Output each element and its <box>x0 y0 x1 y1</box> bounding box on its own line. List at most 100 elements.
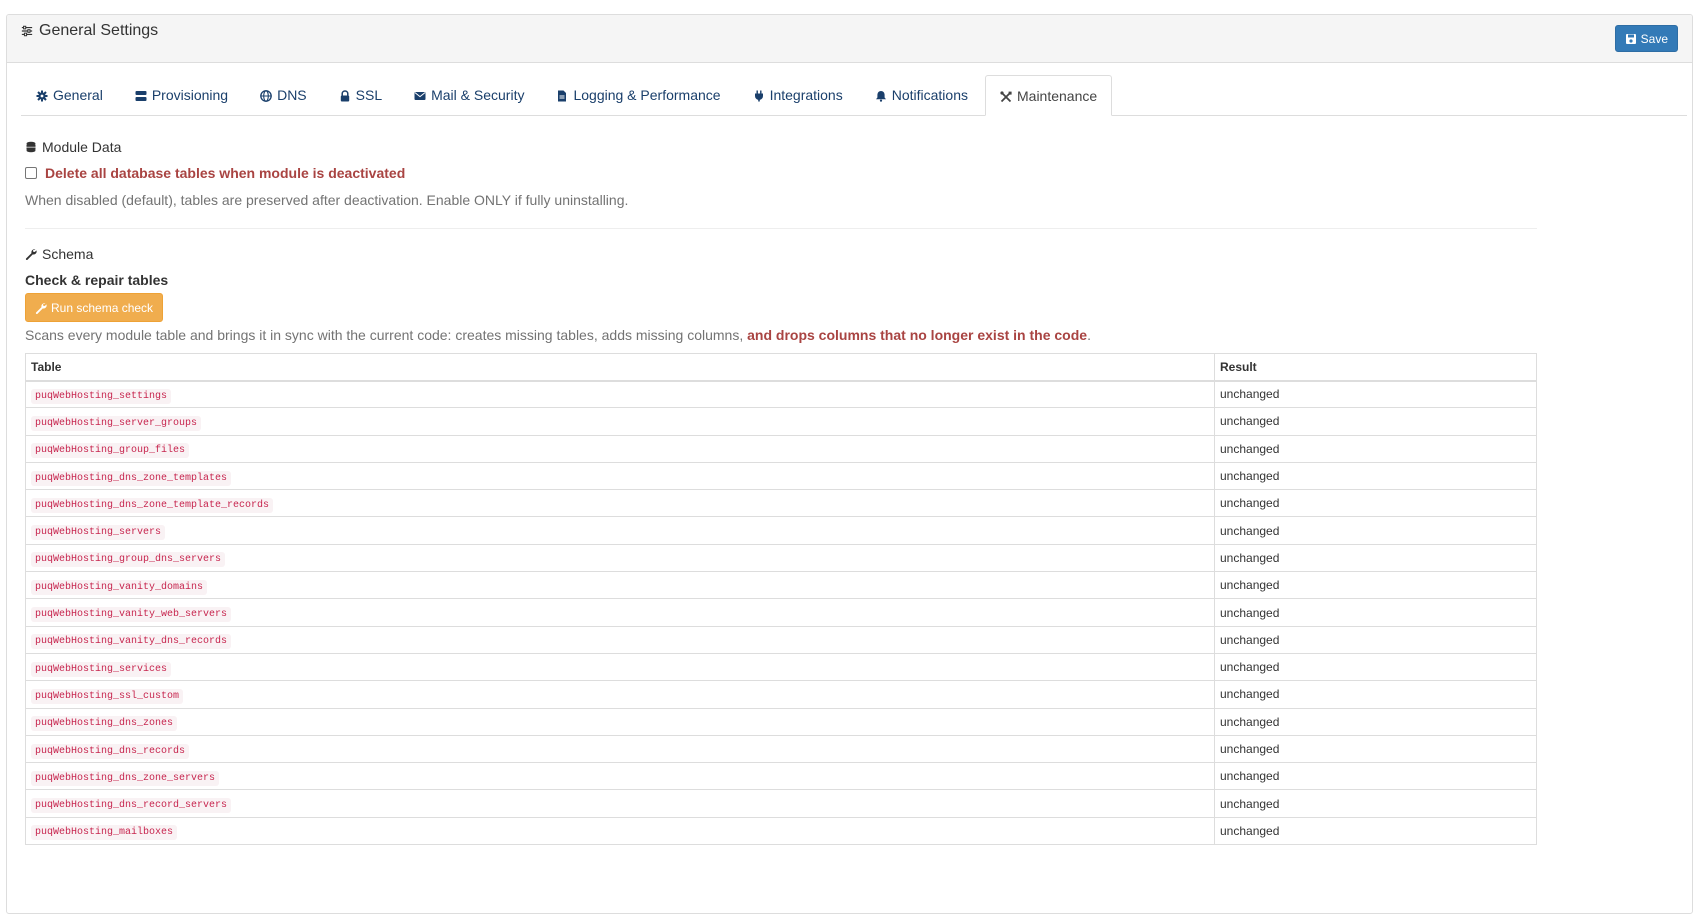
table-name: puqWebHosting_vanity_domains <box>31 579 208 595</box>
table-row: puqWebHosting_vanity_dns_records unchange… <box>25 625 1537 654</box>
tab-label: Notifications <box>891 87 968 103</box>
table-row: puqWebHosting_dns_records unchanged <box>25 734 1537 764</box>
table-name-cell: puqWebHosting_vanity_web_servers <box>25 598 1215 627</box>
file-icon <box>556 89 568 102</box>
bell-icon <box>875 89 887 102</box>
table-name: puqWebHosting_services <box>31 661 172 677</box>
table-name-cell: puqWebHosting_settings <box>25 379 1215 409</box>
table-name-cell: puqWebHosting_ssl_custom <box>25 680 1215 709</box>
table-row: puqWebHosting_servers unchanged <box>25 516 1537 545</box>
table-name: puqWebHosting_ssl_custom <box>31 688 184 704</box>
table-row: puqWebHosting_vanity_web_servers unchange… <box>25 598 1537 627</box>
tab-dns[interactable]: DNS <box>245 75 322 115</box>
tab-notifications[interactable]: Notifications <box>860 75 983 115</box>
schema-description-text: Scans every module table and brings it i… <box>25 327 748 343</box>
delete-tables-checkbox[interactable] <box>25 167 37 179</box>
table-name: puqWebHosting_group_files <box>31 443 190 459</box>
delete-tables-option: Delete all database tables when module i… <box>25 165 405 181</box>
table-name: puqWebHosting_dns_zone_template_records <box>31 497 274 513</box>
run-schema-check-label: Run schema check <box>51 300 154 315</box>
tab-general[interactable]: General <box>21 75 118 115</box>
table-row: puqWebHosting_mailboxes unchanged <box>25 816 1537 846</box>
table-name: puqWebHosting_dns_record_servers <box>31 798 232 814</box>
table-column-header: Table <box>25 353 1215 382</box>
result-column-header: Result <box>1214 353 1537 382</box>
tab-maintenance[interactable]: Maintenance <box>985 75 1113 116</box>
module-data-help: When disabled (default), tables are pres… <box>25 192 629 208</box>
schema-description: Scans every module table and brings it i… <box>25 327 1091 343</box>
gear-icon <box>36 89 48 102</box>
plug-icon <box>753 89 765 102</box>
tab-label: Integrations <box>769 87 843 103</box>
module-data-title: Module Data <box>25 139 121 155</box>
result-cell: unchanged <box>1214 652 1537 682</box>
table-row: puqWebHosting_group_files unchanged <box>25 434 1537 463</box>
result-cell: unchanged <box>1214 461 1537 491</box>
result-cell: unchanged <box>1214 734 1537 764</box>
schema-description-suffix: . <box>1087 327 1091 343</box>
save-button-label: Save <box>1640 31 1668 46</box>
save-button[interactable]: Save <box>1614 25 1678 52</box>
table-row: puqWebHosting_ssl_custom unchanged <box>25 680 1537 709</box>
table-row: puqWebHosting_vanity_domains unchanged <box>25 571 1537 600</box>
panel-heading: General Settings Save <box>7 15 1692 63</box>
table-name-cell: puqWebHosting_group_files <box>25 434 1215 463</box>
tab-bar: General Provisioning DNS SSL Mail & Security… <box>21 75 1687 116</box>
table-name-cell: puqWebHosting_services <box>25 652 1215 682</box>
delete-tables-label[interactable]: Delete all database tables when module i… <box>45 165 405 181</box>
table-name: puqWebHosting_mailboxes <box>31 825 178 841</box>
table-name: puqWebHosting_vanity_web_servers <box>31 607 232 623</box>
result-cell: unchanged <box>1214 516 1537 545</box>
page-title: General Settings <box>21 22 158 40</box>
table-name-cell: puqWebHosting_servers <box>25 516 1215 545</box>
run-schema-check-button[interactable]: Run schema check <box>25 293 164 322</box>
result-cell: unchanged <box>1214 625 1537 654</box>
table-row: puqWebHosting_settings unchanged <box>25 379 1537 409</box>
table-row: puqWebHosting_services unchanged <box>25 652 1537 682</box>
schema-subtitle: Check & repair tables <box>25 272 169 288</box>
divider <box>25 228 1537 229</box>
tab-label: General <box>53 87 103 103</box>
server-icon <box>135 89 147 101</box>
tab-integrations[interactable]: Integrations <box>738 75 858 115</box>
table-name: puqWebHosting_vanity_dns_records <box>31 634 232 650</box>
tab-logging-performance[interactable]: Logging & Performance <box>541 75 735 115</box>
result-cell: unchanged <box>1214 379 1537 409</box>
table-name-cell: puqWebHosting_dns_zone_servers <box>25 762 1215 791</box>
table-row: puqWebHosting_dns_zones unchanged <box>25 707 1537 736</box>
table-name-cell: puqWebHosting_dns_zone_templates <box>25 461 1215 491</box>
wrench-icon <box>25 249 37 260</box>
table-header-row: Table Result <box>25 353 1537 382</box>
result-cell: unchanged <box>1214 707 1537 736</box>
globe-icon <box>260 89 272 102</box>
table-name-cell: puqWebHosting_vanity_dns_records <box>25 625 1215 654</box>
table-row: puqWebHosting_dns_zone_servers unchanged <box>25 762 1537 791</box>
result-cell: unchanged <box>1214 407 1537 436</box>
tab-label: SSL <box>355 87 383 103</box>
schema-description-warning: and drops columns that no longer exist i… <box>747 327 1088 343</box>
result-cell: unchanged <box>1214 543 1537 573</box>
table-name: puqWebHosting_dns_zones <box>31 716 178 732</box>
tab-ssl[interactable]: SSL <box>324 75 397 115</box>
result-cell: unchanged <box>1214 434 1537 463</box>
table-name-cell: puqWebHosting_mailboxes <box>25 816 1215 846</box>
tab-label: DNS <box>277 87 307 103</box>
table-row: puqWebHosting_dns_zone_templates unchange… <box>25 461 1537 491</box>
result-cell: unchanged <box>1214 598 1537 627</box>
table-name-cell: puqWebHosting_dns_record_servers <box>25 789 1215 818</box>
table-name-cell: puqWebHosting_server_groups <box>25 407 1215 436</box>
floppy-icon <box>1625 33 1636 44</box>
table-name: puqWebHosting_server_groups <box>31 415 202 431</box>
result-cell: unchanged <box>1214 762 1537 791</box>
tab-mail-security[interactable]: Mail & Security <box>399 75 539 115</box>
tab-label: Mail & Security <box>431 87 525 103</box>
result-cell: unchanged <box>1214 489 1537 518</box>
tab-provisioning[interactable]: Provisioning <box>120 75 243 115</box>
module-data-title-text: Module Data <box>42 139 122 155</box>
tab-label: Maintenance <box>1017 87 1098 104</box>
result-cell: unchanged <box>1214 816 1537 846</box>
table-name: puqWebHosting_settings <box>31 388 172 404</box>
tab-label: Provisioning <box>151 87 229 103</box>
result-cell: unchanged <box>1214 789 1537 818</box>
lock-icon <box>339 89 351 102</box>
